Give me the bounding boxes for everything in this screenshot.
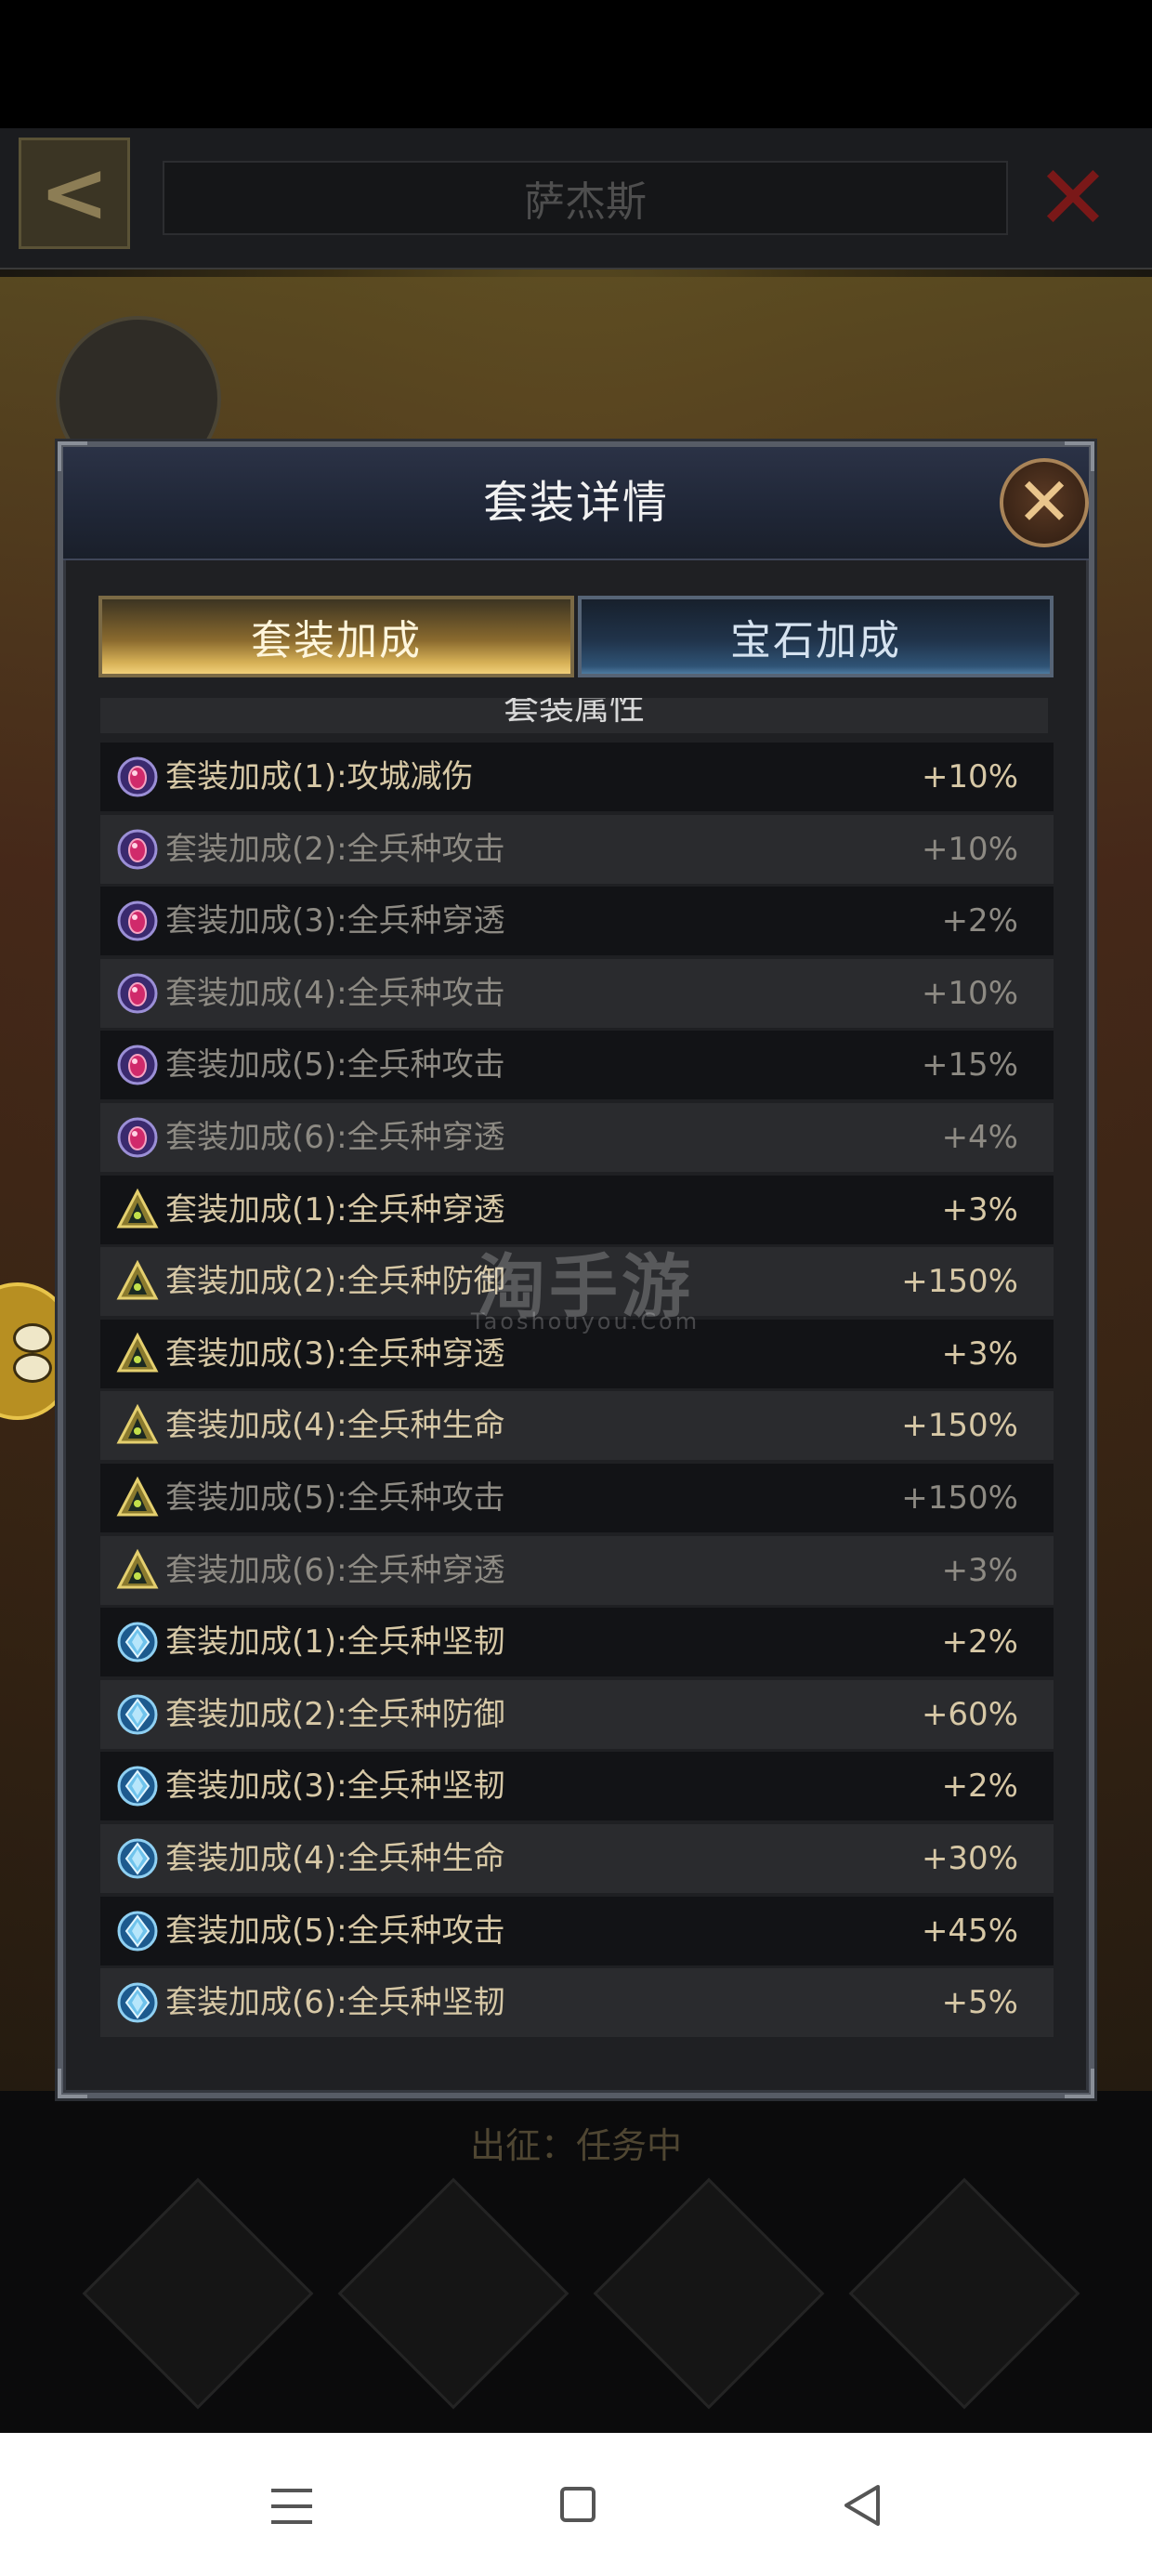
bonus-row: 套装加成(1):攻城减伤 +10%	[100, 743, 1054, 811]
purple-gem-icon	[115, 971, 160, 1016]
bonus-row: 套装加成(3):全兵种穿透 +2%	[100, 887, 1054, 956]
bonus-value: +3%	[941, 1190, 1018, 1229]
skill-slot-4[interactable]	[848, 2177, 1080, 2410]
blue-crystal-icon	[115, 1909, 160, 1953]
purple-gem-icon	[115, 1043, 160, 1087]
bonus-label: 套装加成(6):全兵种穿透	[165, 1118, 505, 1156]
recent-apps-icon[interactable]	[271, 2489, 312, 2524]
bonus-value: +5%	[941, 1984, 1018, 2022]
bonus-row: 套装加成(2):全兵种攻击 +10%	[100, 814, 1054, 884]
game-header: < 萨杰斯 ✕	[0, 128, 1152, 269]
gold-pyramid-icon	[115, 1476, 160, 1520]
blue-crystal-icon	[115, 1764, 160, 1808]
status-bar	[0, 0, 1152, 128]
watermark-subtext: Taoshouyou.Com	[470, 1308, 700, 1334]
bonus-value: +3%	[941, 1551, 1018, 1589]
bonus-value: +2%	[941, 1768, 1018, 1806]
bonus-label: 套装加成(3):全兵种穿透	[165, 902, 505, 940]
bonus-value: +2%	[941, 902, 1018, 940]
blue-crystal-icon	[115, 1836, 160, 1881]
bonus-value: +4%	[941, 1118, 1018, 1156]
bonus-row: 套装加成(4):全兵种生命 +150%	[100, 1391, 1054, 1461]
game-footer: 出征：任务中	[0, 2091, 1152, 2435]
bonus-value: +150%	[901, 1407, 1018, 1445]
eye-icon	[13, 1323, 52, 1353]
bonus-label: 套装加成(1):全兵种坚韧	[165, 1623, 505, 1662]
bonus-value: +60%	[921, 1695, 1018, 1733]
bonus-row: 套装加成(6):全兵种坚韧 +5%	[100, 1968, 1054, 2038]
dialog-corner	[58, 2069, 87, 2098]
bonus-label: 套装加成(4):全兵种生命	[165, 1407, 505, 1445]
skill-slot-1[interactable]	[82, 2177, 314, 2410]
bonus-value: +150%	[901, 1263, 1018, 1301]
purple-gem-icon	[115, 1115, 160, 1160]
bonus-label: 套装加成(3):全兵种坚韧	[165, 1768, 505, 1806]
bonus-label: 套装加成(5):全兵种攻击	[165, 1912, 505, 1950]
dialog-title: 套装详情	[482, 477, 669, 529]
bonus-label: 套装加成(1):攻城减伤	[165, 758, 474, 795]
back-triangle-icon[interactable]	[841, 2483, 882, 2528]
bonus-label: 套装加成(5):全兵种攻击	[165, 1479, 505, 1517]
bonus-value: +150%	[901, 1479, 1018, 1517]
system-navigation-bar	[0, 2433, 1152, 2576]
skill-slot-3[interactable]	[593, 2177, 825, 2410]
tab-gem-bonus[interactable]: 宝石加成	[578, 596, 1054, 677]
bonus-list: 套装加成(1):攻城减伤 +10% 套装加成(2):全兵种攻击 +10% 套装加成(3)…	[100, 743, 1054, 2041]
tab-bar: 套装加成 宝石加成	[98, 596, 1054, 677]
bonus-row: 套装加成(6):全兵种穿透 +3%	[100, 1535, 1054, 1605]
bonus-value: +45%	[921, 1912, 1018, 1950]
bonus-label: 套装加成(2):全兵种攻击	[165, 830, 505, 868]
gold-pyramid-icon	[115, 1188, 160, 1232]
header-close-icon[interactable]: ✕	[1031, 153, 1115, 243]
dialog-corner	[1065, 2069, 1094, 2098]
bonus-row: 套装加成(1):全兵种坚韧 +2%	[100, 1608, 1054, 1677]
bonus-label: 套装加成(5):全兵种攻击	[165, 1046, 505, 1084]
blue-crystal-icon	[115, 1980, 160, 2025]
bonus-row: 套装加成(5):全兵种攻击 +45%	[100, 1896, 1054, 1965]
bonus-label: 套装加成(2):全兵种防御	[165, 1695, 505, 1733]
tab-set-bonus[interactable]: 套装加成	[98, 596, 574, 677]
home-icon[interactable]	[560, 2487, 596, 2522]
bonus-value: +10%	[921, 830, 1018, 868]
march-status-text: 出征：任务中	[469, 2125, 682, 2166]
bonus-label: 套装加成(1):全兵种穿透	[165, 1190, 505, 1229]
eye-icon	[13, 1353, 52, 1383]
gold-pyramid-icon	[115, 1548, 160, 1593]
bonus-label: 套装加成(4):全兵种生命	[165, 1839, 505, 1877]
blue-crystal-icon	[115, 1620, 160, 1664]
bonus-row: 套装加成(5):全兵种攻击 +150%	[100, 1463, 1054, 1532]
gold-pyramid-icon	[115, 1259, 160, 1304]
bonus-value: +10%	[921, 974, 1018, 1012]
bonus-row: 套装加成(4):全兵种生命 +30%	[100, 1823, 1054, 1893]
bonus-label: 套装加成(6):全兵种坚韧	[165, 1984, 505, 2022]
close-icon[interactable]: ✕	[1000, 458, 1089, 547]
bonus-value: +10%	[921, 758, 1018, 795]
skill-slot-2[interactable]	[337, 2177, 569, 2410]
bonus-row: 套装加成(3):全兵种坚韧 +2%	[100, 1752, 1054, 1821]
gold-pyramid-icon	[115, 1403, 160, 1448]
section-header: 套装属性	[100, 698, 1048, 733]
bonus-row: 套装加成(4):全兵种攻击 +10%	[100, 958, 1054, 1028]
purple-gem-icon	[115, 899, 160, 943]
back-button[interactable]: <	[19, 138, 130, 249]
hero-name-title: 萨杰斯	[163, 161, 1008, 235]
bonus-value: +3%	[941, 1334, 1018, 1373]
dialog-header: 套装详情 ✕	[63, 447, 1089, 560]
bonus-value: +2%	[941, 1623, 1018, 1662]
bonus-row: 套装加成(2):全兵种防御 +60%	[100, 1679, 1054, 1749]
gold-pyramid-icon	[115, 1332, 160, 1376]
purple-gem-icon	[115, 755, 160, 799]
bonus-row: 套装加成(5):全兵种攻击 +15%	[100, 1031, 1054, 1100]
purple-gem-icon	[115, 827, 160, 872]
bonus-value: +15%	[921, 1046, 1018, 1084]
bonus-label: 套装加成(2):全兵种防御	[165, 1263, 505, 1301]
blue-crystal-icon	[115, 1692, 160, 1737]
bonus-value: +30%	[921, 1839, 1018, 1877]
bonus-label: 套装加成(6):全兵种穿透	[165, 1551, 505, 1589]
bonus-row: 套装加成(6):全兵种穿透 +4%	[100, 1102, 1054, 1172]
bonus-label: 套装加成(4):全兵种攻击	[165, 974, 505, 1012]
